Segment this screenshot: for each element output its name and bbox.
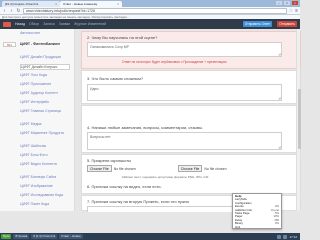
form-area: 2. Чему Вы научились на этой сцене? Озна… [76,29,301,212]
sidebar-item[interactable]: ЦИФТ Интерфейс [20,100,70,104]
question-3-field[interactable]: Идеи ◢ [87,84,282,101]
question-3-card: 3. Что было самым сложным? Идеи ◢ [81,70,301,104]
address-bar: ‹ › ↻ www.videofaktory.info/polls/reques… [0,7,300,15]
close-icon[interactable]: × [117,2,119,6]
choose-file-button-2[interactable]: Choose File [177,165,203,172]
question-4-title: 4. Напиши любые замечания, вопросы, комм… [87,125,204,130]
url-input[interactable]: www.videofaktory.info/polls/request?id=1… [23,7,287,14]
sidebar-item[interactable]: ЦИФТ Блок Фото [20,153,70,157]
nav-link-records[interactable]: Записи [43,22,55,26]
question-2-card: 2. Чему Вы научились на этой сцене? Озна… [81,31,301,69]
file-upload-row: Choose File No file chosen Choose File N… [87,165,266,172]
page-scrollbar[interactable] [296,29,301,211]
os-taskbar: Пуск В Хрома # [1.4] Ответств Ответ - Но… [0,233,300,240]
error-message: Ответ на ли вопрос будет опубликован о П… [122,60,228,64]
question-2-value: Ознакомились Сохр МР [90,45,129,49]
question-3-title: 3. Что было самым сложным? [87,76,144,81]
forward-icon[interactable]: › [9,8,14,14]
sidebar-item[interactable]: ЦИФТ Исследование Кода [20,193,70,197]
question-6-title: 6. Приложи ссылку на видео, если есть: [87,184,162,189]
back-icon[interactable]: ‹ [2,8,7,14]
sidebar-item[interactable]: ЦИФТ Маркетинг Продукта [20,131,70,135]
resize-handle-icon[interactable]: ◢ [278,96,280,100]
tab-title: [#1.4] Создать Ответств [5,2,39,6]
popup-row[interactable]: Quit [235,224,279,229]
question-4-field[interactable]: Вопросы нет ◢ [87,132,282,150]
sidebar-item[interactable]: ЦИФТ Видео Контента [20,162,70,166]
hamburger-menu-icon[interactable]: ≡ [295,8,298,14]
question-4-card: 4. Напиши любые замечания, вопросы, комм… [81,105,301,153]
sidebar-item[interactable]: ЦИФТ Медиа [20,122,70,126]
network-icon[interactable] [277,234,282,239]
taskbar-item[interactable]: # [1.4] Ответств [31,234,58,239]
popup-row-label: Quit [235,224,241,229]
context-popup: Help LazyTabs Configuration Events 0% Add… [232,193,282,229]
popup-row-value: 0% [274,221,279,226]
taskbar-item[interactable]: В Хрома [13,234,30,239]
close-icon[interactable]: × [55,2,57,6]
reload-icon[interactable]: ↻ [16,8,21,14]
nav-link-requests[interactable]: Заявки [59,22,70,26]
maximize-icon[interactable]: □ [284,1,290,5]
minimize-icon[interactable]: – [276,1,282,5]
file-status-2: No file chosen [204,166,227,171]
sidebar-item[interactable]: ЦИФТ Баннеры Сайта [20,175,70,179]
app-logo[interactable] [3,21,11,27]
close-window-icon[interactable]: × [292,1,298,5]
system-tray: 17:12 [277,234,299,239]
sidebar-item[interactable]: ЦИФТ Пакет Кода [20,202,70,206]
nav-link-changelog[interactable]: Журнал Изменений [74,22,106,26]
question-4-value: Вопросы нет [90,135,111,139]
file-hint: Кабинет мест, содержать допустимы формат… [122,175,209,179]
file-status-1: No file chosen [113,166,136,171]
sidebar-item[interactable]: Автопостинг [20,31,70,35]
submit-answer-button[interactable]: Отправить Ответ [242,21,273,27]
send-button[interactable]: Отправить [277,21,297,27]
window-controls: – □ × [276,1,298,5]
question-7-title: 7. Приложи ссылку на вторую Прикеть, есл… [87,199,190,204]
clock: 17:12 [289,234,297,239]
resize-handle-icon[interactable]: ◢ [278,52,280,56]
browser-tabbar: [#1.4] Создать Ответств × Ответ - Новые … [0,0,300,7]
scroll-thumb[interactable] [297,89,301,149]
sidebar-item-selected[interactable]: ЦИФТ Дизайн Ксерокс [20,64,70,70]
sidebar: 891 Автопостинг ЦИФТ - ФинтехБанкинг ЦИФ… [0,29,75,211]
choose-file-button-1[interactable]: Choose File [87,165,112,172]
app-header: Назад Обзор Записи Заявки Журнал Изменен… [0,19,300,29]
question-2-field[interactable]: Ознакомились Сохр МР ◢ [87,42,282,57]
nav-link-back[interactable]: Назад [15,22,25,26]
nav-link-overview[interactable]: Обзор [29,22,39,26]
sidebar-item[interactable]: ЦИФТ Лого Кода [20,73,70,77]
tab-title: Ответ - Новые в вашему [63,2,98,6]
resize-handle-icon[interactable]: ◢ [278,145,280,149]
question-5-card: 5. Прикрепи скриншоты Choose File No fil… [81,154,301,194]
start-button[interactable]: Пуск [1,234,12,239]
sidebar-item[interactable]: ЦИФТ Шаблоны [20,144,70,148]
question-2-title: 2. Чему Вы научились на этой сцене? [87,35,158,40]
sidebar-item-active[interactable]: ЦИФТ - ФинтехБанкинг [20,42,70,46]
taskbar-item[interactable]: Ответ - Новое [59,234,83,239]
volume-icon[interactable] [283,234,288,239]
sidebar-item[interactable]: ЦИФТ Главная Страница [20,109,70,113]
question-3-value: Идеи [90,87,99,91]
sidebar-item[interactable]: ЦИФТ Дизайн Продукция [20,55,70,59]
sidebar-item[interactable]: ЦИФТ Аудитор Контент [20,91,70,95]
counter-badge: 891 [3,42,16,47]
sidebar-item[interactable]: ЦИФТ Приложение [20,82,70,86]
question-5-title: 5. Прикрепи скриншоты [87,158,131,163]
star-icon[interactable]: ☆ [289,8,293,14]
sidebar-item[interactable]: ЦИФТ Изображение [20,184,70,188]
